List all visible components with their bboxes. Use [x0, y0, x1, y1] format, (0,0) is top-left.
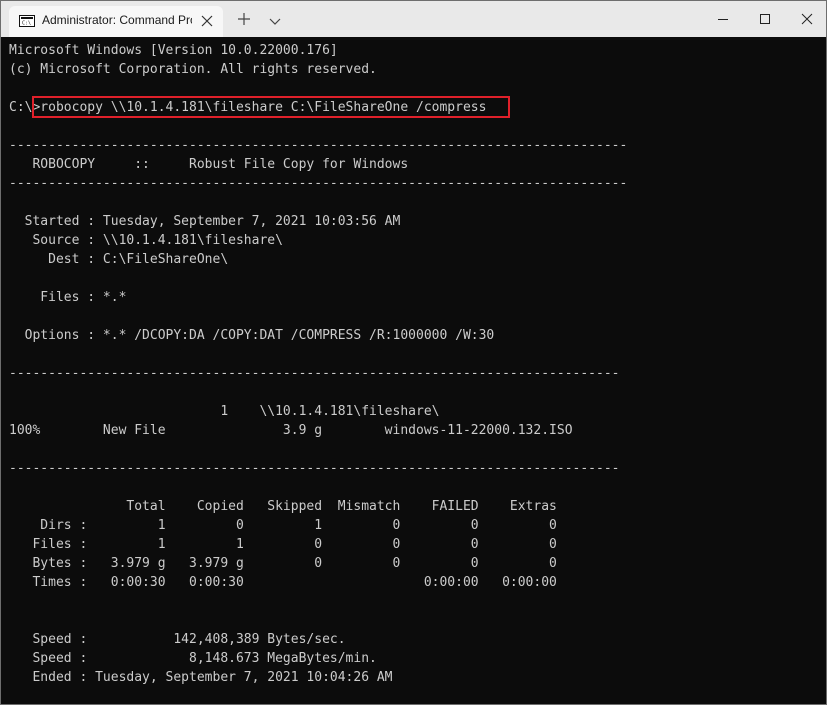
- ended-line: Ended : Tuesday, September 7, 2021 10:04…: [9, 670, 393, 685]
- separator-line: ----------------------------------------…: [9, 176, 628, 191]
- robocopy-header: ROBOCOPY :: Robust File Copy for Windows: [9, 157, 409, 172]
- summary-row-bytes: Bytes : 3.979 g 3.979 g 0 0 0 0: [9, 556, 557, 571]
- options-line: Options : *.* /DCOPY:DA /COPY:DAT /COMPR…: [9, 328, 495, 343]
- summary-row-times: Times : 0:00:30 0:00:30 0:00:00 0:00:00: [9, 575, 557, 590]
- summary-row-files: Files : 1 1 0 0 0 0: [9, 537, 557, 552]
- speed-line-megabytes: Speed : 8,148.673 MegaBytes/min.: [9, 651, 377, 666]
- summary-header: Total Copied Skipped Mismatch FAILED Ext…: [9, 499, 557, 514]
- maximize-icon[interactable]: [755, 9, 775, 29]
- tab-title: Administrator: Command Promp: [42, 13, 192, 27]
- svg-text:C:\: C:\: [22, 21, 31, 26]
- speed-line-bytes: Speed : 142,408,389 Bytes/sec.: [9, 632, 346, 647]
- terminal-output[interactable]: Microsoft Windows [Version 10.0.22000.17…: [9, 41, 826, 704]
- dir-line: 1 \\10.1.4.181\fileshare\: [9, 404, 440, 419]
- minimize-icon[interactable]: [713, 9, 733, 29]
- command-highlight-box: [32, 96, 510, 118]
- cmd-icon: C:\: [19, 15, 35, 27]
- title-bar: C:\ Administrator: Command Promp: [1, 1, 826, 37]
- separator-line: ----------------------------------------…: [9, 366, 620, 381]
- files-line: Files : *.*: [9, 290, 127, 305]
- close-icon[interactable]: [199, 13, 215, 29]
- close-icon[interactable]: [797, 9, 817, 29]
- source-line: Source : \\10.1.4.181\fileshare\: [9, 233, 283, 248]
- console-line: Microsoft Windows [Version 10.0.22000.17…: [9, 43, 338, 58]
- summary-row-dirs: Dirs : 1 0 1 0 0 0: [9, 518, 557, 533]
- started-line: Started : Tuesday, September 7, 2021 10:…: [9, 214, 401, 229]
- separator-line: ----------------------------------------…: [9, 461, 620, 476]
- file-progress-line: 100% New File 3.9 g windows-11-22000.132…: [9, 423, 573, 438]
- tab-command-prompt[interactable]: C:\ Administrator: Command Promp: [9, 6, 223, 37]
- plus-icon[interactable]: [236, 11, 252, 27]
- dest-line: Dest : C:\FileShareOne\: [9, 252, 229, 267]
- chevron-down-icon[interactable]: [268, 13, 282, 25]
- separator-line: ----------------------------------------…: [9, 138, 628, 153]
- terminal-window: C:\ Administrator: Command Promp Microso…: [0, 0, 827, 705]
- console-line: (c) Microsoft Corporation. All rights re…: [9, 62, 377, 77]
